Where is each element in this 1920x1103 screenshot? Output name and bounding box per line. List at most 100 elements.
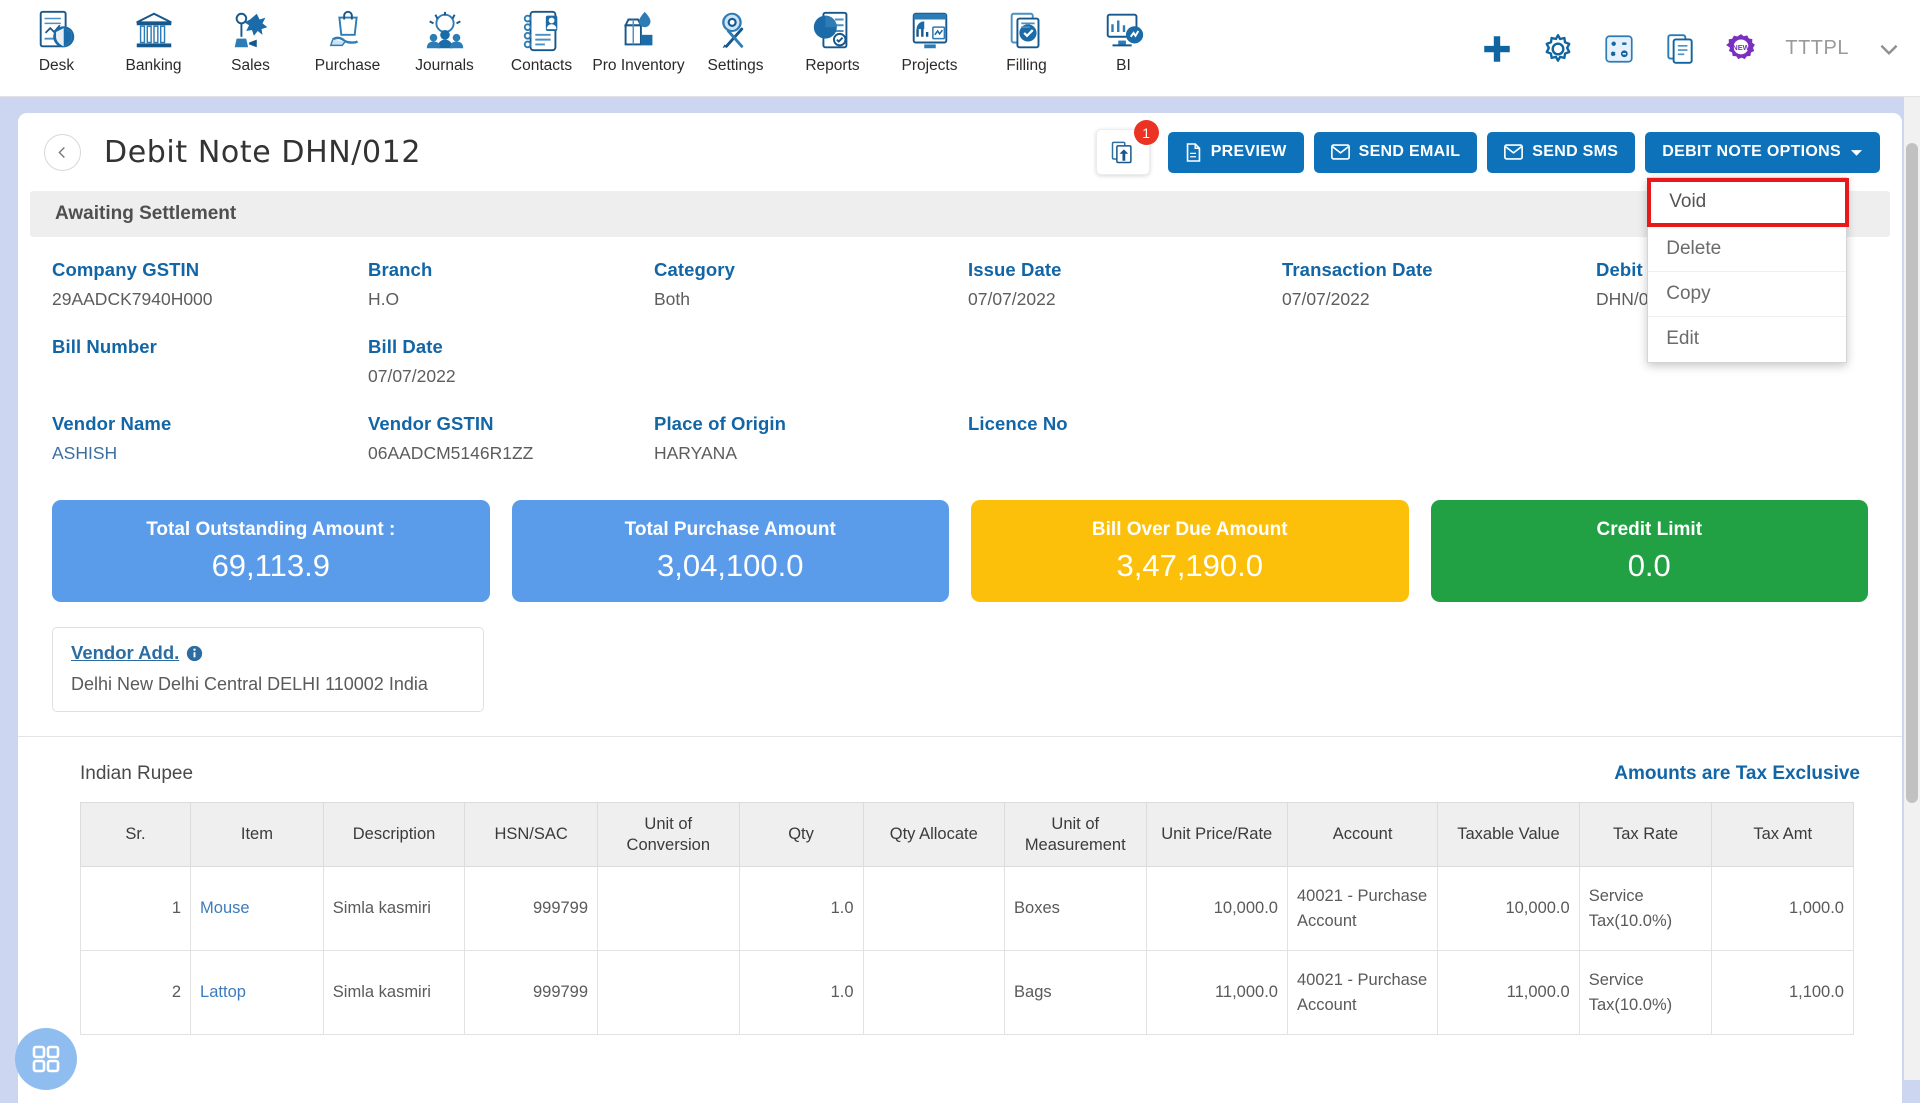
field-value: 29AADCK7940H000 xyxy=(52,289,368,310)
field-value: H.O xyxy=(368,289,654,310)
nav-item-projects[interactable]: Projects xyxy=(881,0,978,75)
plus-icon[interactable] xyxy=(1480,32,1514,66)
card-bill-over-due-amount: Bill Over Due Amount 3,47,190.0 xyxy=(971,500,1409,602)
purchase-icon xyxy=(325,8,371,54)
menu-item-void[interactable]: Void xyxy=(1647,178,1849,227)
card-label: Total Outstanding Amount : xyxy=(146,519,395,541)
header-actions: 1 PREVIEW SEND EMAIL xyxy=(1096,129,1880,175)
vendor-address-value: Delhi New Delhi Central DELHI 110002 Ind… xyxy=(71,674,465,695)
nav-label: Settings xyxy=(707,57,763,75)
field-licence-no: Licence No xyxy=(968,413,1282,464)
debit-note-options-menu: Void Delete Copy Edit xyxy=(1647,177,1847,363)
preview-button[interactable]: PREVIEW xyxy=(1168,132,1304,173)
menu-item-edit[interactable]: Edit xyxy=(1648,317,1846,362)
nav-label: Projects xyxy=(902,57,958,75)
summary-cards: Total Outstanding Amount : 69,113.9 Tota… xyxy=(18,490,1902,602)
nav-item-bi[interactable]: BI xyxy=(1075,0,1172,75)
item-link[interactable]: Mouse xyxy=(200,899,250,917)
col-unit-of-measurement: Unit of Measurement xyxy=(1005,803,1146,867)
table-row: 2 Lattop Simla kasmiri 999799 1.0 Bags 1… xyxy=(81,951,1854,1035)
card-value: 3,47,190.0 xyxy=(1116,548,1263,584)
cell-qty-allocate xyxy=(863,951,1004,1035)
cell-qty-allocate xyxy=(863,867,1004,951)
cell-tax-rate: Service Tax(10.0%) xyxy=(1579,867,1712,951)
nav-label: Desk xyxy=(39,57,74,75)
info-icon xyxy=(186,645,203,662)
col-qty: Qty xyxy=(739,803,863,867)
chevron-down-icon[interactable] xyxy=(1876,36,1902,62)
nav-item-reports[interactable]: Reports xyxy=(784,0,881,75)
field-company-gstin: Company GSTIN 29AADCK7940H000 xyxy=(52,259,368,310)
nav-item-journals[interactable]: Journals xyxy=(396,0,493,75)
document-icon[interactable] xyxy=(1663,32,1697,66)
cell-sr: 2 xyxy=(81,951,191,1035)
contacts-icon xyxy=(519,8,565,54)
menu-item-delete[interactable]: Delete xyxy=(1648,227,1846,272)
apps-fab-button[interactable] xyxy=(15,1028,77,1090)
col-description: Description xyxy=(323,803,464,867)
nav-item-filling[interactable]: Filling xyxy=(978,0,1075,75)
cell-unit-conversion xyxy=(598,951,739,1035)
cell-tax-amt: 1,000.0 xyxy=(1712,867,1854,951)
journals-icon xyxy=(422,8,468,54)
cell-uom: Boxes xyxy=(1005,867,1146,951)
col-unit-price-rate: Unit Price/Rate xyxy=(1146,803,1287,867)
field-value: 07/07/2022 xyxy=(968,289,1282,310)
line-items-table-wrapper: Sr. Item Description HSN/SAC Unit of Con… xyxy=(18,785,1902,1035)
nav-item-desk[interactable]: Desk xyxy=(8,0,105,75)
settings-icon xyxy=(713,8,759,54)
nav-label: Journals xyxy=(415,57,474,75)
field-label: Issue Date xyxy=(968,259,1282,281)
field-value[interactable]: ASHISH xyxy=(52,443,368,464)
cell-tax-rate: Service Tax(10.0%) xyxy=(1579,951,1712,1035)
debit-note-page: Debit Note DHN/012 1 xyxy=(18,113,1902,1103)
detail-row-3: Vendor Name ASHISH Vendor GSTIN 06AADCM5… xyxy=(52,413,1902,464)
back-button[interactable] xyxy=(44,134,81,171)
table-header-row: Sr. Item Description HSN/SAC Unit of Con… xyxy=(81,803,1854,867)
detail-row-1: Company GSTIN 29AADCK7940H000 Branch H.O… xyxy=(52,259,1902,310)
calculator-icon[interactable] xyxy=(1602,32,1636,66)
scrollbar-thumb[interactable] xyxy=(1906,143,1918,803)
top-navigation-bar: Desk Banking Sales Purcha xyxy=(0,0,1920,97)
send-email-button[interactable]: SEND EMAIL xyxy=(1314,132,1478,173)
field-branch: Branch H.O xyxy=(368,259,654,310)
nav-item-purchase[interactable]: Purchase xyxy=(299,0,396,75)
gear-icon[interactable] xyxy=(1541,32,1575,66)
nav-item-contacts[interactable]: Contacts xyxy=(493,0,590,75)
tax-exclusive-note: Amounts are Tax Exclusive xyxy=(1614,763,1860,785)
cell-sr: 1 xyxy=(81,867,191,951)
field-label: Bill Date xyxy=(368,336,654,358)
col-taxable-value: Taxable Value xyxy=(1438,803,1579,867)
top-right-actions: NEW TTTPL xyxy=(1480,0,1902,97)
field-vendor-gstin: Vendor GSTIN 06AADCM5146R1ZZ xyxy=(368,413,654,464)
card-label: Bill Over Due Amount xyxy=(1092,519,1288,541)
card-value: 69,113.9 xyxy=(212,548,330,584)
field-transaction-date: Transaction Date 07/07/2022 xyxy=(1282,259,1596,310)
new-badge-icon[interactable]: NEW xyxy=(1724,32,1758,66)
item-link[interactable]: Lattop xyxy=(200,983,246,1001)
nav-item-settings[interactable]: Settings xyxy=(687,0,784,75)
nav-label: Filling xyxy=(1006,57,1046,75)
send-sms-label: SEND SMS xyxy=(1532,143,1618,161)
nav-item-sales[interactable]: Sales xyxy=(202,0,299,75)
nav-item-pro-inventory[interactable]: Pro Inventory xyxy=(590,0,687,75)
nav-item-banking[interactable]: Banking xyxy=(105,0,202,75)
card-credit-limit: Credit Limit 0.0 xyxy=(1431,500,1869,602)
vendor-address-box: Vendor Add. Delhi New Delhi Central DELH… xyxy=(52,627,484,712)
vendor-address-title[interactable]: Vendor Add. xyxy=(71,642,203,664)
inventory-icon xyxy=(616,8,662,54)
field-place-of-origin: Place of Origin HARYANA xyxy=(654,413,968,464)
cell-unit-price: 10,000.0 xyxy=(1146,867,1287,951)
page-scrollbar[interactable] xyxy=(1904,97,1920,1080)
col-unit-of-conversion: Unit of Conversion xyxy=(598,803,739,867)
filling-icon xyxy=(1004,8,1050,54)
cell-unit-conversion xyxy=(598,867,739,951)
status-badge: Awaiting Settlement xyxy=(30,191,1890,237)
field-value: 06AADCM5146R1ZZ xyxy=(368,443,654,464)
send-sms-button[interactable]: SEND SMS xyxy=(1487,132,1635,173)
debit-note-options-button[interactable]: DEBIT NOTE OPTIONS xyxy=(1645,132,1880,173)
col-tax-rate: Tax Rate xyxy=(1579,803,1712,867)
menu-item-copy[interactable]: Copy xyxy=(1648,272,1846,317)
field-value: HARYANA xyxy=(654,443,968,464)
col-account: Account xyxy=(1287,803,1437,867)
